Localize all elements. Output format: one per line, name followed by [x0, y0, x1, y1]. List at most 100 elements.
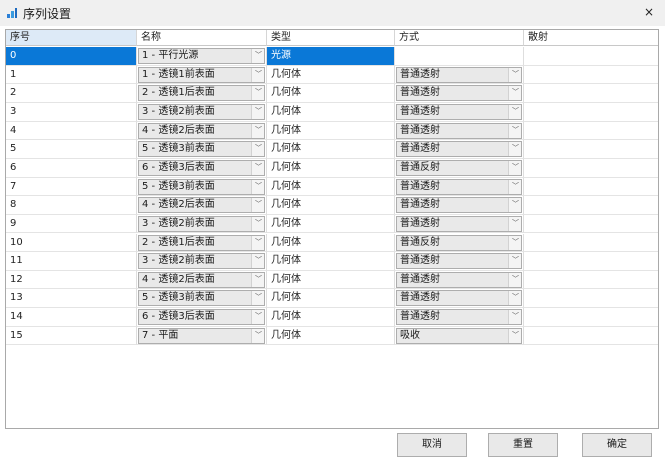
- chevron-down-icon[interactable]: ﹀: [251, 328, 264, 343]
- name-dropdown[interactable]: 1 - 透镜1前表面 ﹀: [138, 66, 265, 83]
- scatter-cell[interactable]: [524, 140, 658, 159]
- name-dropdown[interactable]: 3 - 透镜2前表面 ﹀: [138, 253, 265, 270]
- name-cell[interactable]: 5 - 透镜3前表面 ﹀: [137, 140, 267, 159]
- chevron-down-icon[interactable]: ﹀: [251, 291, 264, 306]
- mode-cell[interactable]: 普通透射 ﹀: [395, 289, 524, 309]
- index-cell[interactable]: 14: [6, 308, 137, 327]
- index-cell[interactable]: 1: [6, 65, 137, 85]
- mode-dropdown[interactable]: 普通透射 ﹀: [396, 197, 522, 214]
- type-cell[interactable]: 几何体: [267, 233, 395, 253]
- scatter-cell[interactable]: [524, 308, 658, 327]
- chevron-down-icon[interactable]: ﹀: [508, 142, 521, 157]
- chevron-down-icon[interactable]: ﹀: [508, 104, 521, 119]
- name-cell[interactable]: 2 - 透镜1后表面 ﹀: [137, 84, 267, 103]
- index-cell[interactable]: 4: [6, 121, 137, 141]
- name-dropdown[interactable]: 2 - 透镜1后表面 ﹀: [138, 85, 265, 102]
- chevron-down-icon[interactable]: ﹀: [251, 235, 264, 250]
- name-cell[interactable]: 2 - 透镜1后表面 ﹀: [137, 233, 267, 253]
- mode-dropdown[interactable]: 普通透射 ﹀: [396, 290, 522, 307]
- index-cell[interactable]: 15: [6, 326, 137, 346]
- scatter-cell[interactable]: [524, 252, 658, 271]
- type-cell[interactable]: 几何体: [267, 65, 395, 85]
- scatter-cell[interactable]: [524, 215, 658, 234]
- chevron-down-icon[interactable]: ﹀: [508, 179, 521, 194]
- mode-dropdown[interactable]: 普通透射 ﹀: [396, 215, 522, 232]
- name-dropdown[interactable]: 5 - 透镜3前表面 ﹀: [138, 141, 265, 158]
- name-cell[interactable]: 5 - 透镜3前表面 ﹀: [137, 289, 267, 309]
- chevron-down-icon[interactable]: ﹀: [251, 104, 264, 119]
- name-dropdown[interactable]: 4 - 透镜2后表面 ﹀: [138, 271, 265, 288]
- header-scatter[interactable]: 散射: [524, 30, 658, 46]
- mode-dropdown[interactable]: 普通透射 ﹀: [396, 253, 522, 270]
- mode-dropdown[interactable]: 普通透射 ﹀: [396, 103, 522, 120]
- table-row[interactable]: 2 2 - 透镜1后表面 ﹀ 几何体 普通透射 ﹀: [6, 84, 658, 103]
- chevron-down-icon[interactable]: ﹀: [508, 123, 521, 138]
- scatter-cell[interactable]: [524, 178, 658, 197]
- index-cell[interactable]: 0: [6, 47, 137, 66]
- index-cell[interactable]: 12: [6, 270, 137, 290]
- chevron-down-icon[interactable]: ﹀: [251, 67, 264, 82]
- index-cell[interactable]: 11: [6, 252, 137, 271]
- mode-cell[interactable]: 普通透射 ﹀: [395, 196, 524, 215]
- table-row[interactable]: 3 3 - 透镜2前表面 ﹀ 几何体 普通透射 ﹀: [6, 102, 658, 122]
- table-row[interactable]: 13 5 - 透镜3前表面 ﹀ 几何体 普通透射 ﹀: [6, 289, 658, 309]
- type-cell[interactable]: 几何体: [267, 308, 395, 327]
- chevron-down-icon[interactable]: ﹀: [508, 86, 521, 101]
- type-cell[interactable]: 几何体: [267, 289, 395, 309]
- table-row[interactable]: 15 7 - 平面 ﹀ 几何体 吸收 ﹀: [6, 326, 658, 346]
- chevron-down-icon[interactable]: ﹀: [508, 235, 521, 250]
- scatter-cell[interactable]: [524, 47, 658, 66]
- mode-cell[interactable]: 普通反射 ﹀: [395, 158, 524, 178]
- name-cell[interactable]: 3 - 透镜2前表面 ﹀: [137, 214, 267, 234]
- chevron-down-icon[interactable]: ﹀: [508, 272, 521, 287]
- chevron-down-icon[interactable]: ﹀: [251, 123, 264, 138]
- mode-dropdown[interactable]: 吸收 ﹀: [396, 327, 522, 344]
- type-cell[interactable]: 几何体: [267, 214, 395, 234]
- scatter-cell[interactable]: [524, 66, 658, 85]
- cancel-button[interactable]: 取消: [397, 433, 467, 457]
- table-row[interactable]: 8 4 - 透镜2后表面 ﹀ 几何体 普通透射 ﹀: [6, 196, 658, 215]
- scatter-cell[interactable]: [524, 234, 658, 253]
- mode-cell[interactable]: 普通透射 ﹀: [395, 308, 524, 327]
- name-dropdown[interactable]: 3 - 透镜2前表面 ﹀: [138, 103, 265, 120]
- name-dropdown[interactable]: 4 - 透镜2后表面 ﹀: [138, 197, 265, 214]
- name-cell[interactable]: 3 - 透镜2前表面 ﹀: [137, 102, 267, 122]
- chevron-down-icon[interactable]: ﹀: [251, 272, 264, 287]
- chevron-down-icon[interactable]: ﹀: [508, 254, 521, 269]
- header-name[interactable]: 名称: [137, 30, 267, 46]
- chevron-down-icon[interactable]: ﹀: [251, 160, 264, 175]
- name-cell[interactable]: 1 - 透镜1前表面 ﹀: [137, 65, 267, 85]
- chevron-down-icon[interactable]: ﹀: [251, 142, 264, 157]
- type-cell[interactable]: 几何体: [267, 84, 395, 103]
- name-dropdown[interactable]: 6 - 透镜3后表面 ﹀: [138, 159, 265, 176]
- mode-cell[interactable]: 普通透射 ﹀: [395, 84, 524, 103]
- mode-cell[interactable]: 普通透射 ﹀: [395, 140, 524, 159]
- name-cell[interactable]: 4 - 透镜2后表面 ﹀: [137, 270, 267, 290]
- name-cell[interactable]: 4 - 透镜2后表面 ﹀: [137, 196, 267, 215]
- mode-dropdown[interactable]: 普通反射 ﹀: [396, 159, 522, 176]
- chevron-down-icon[interactable]: ﹀: [251, 254, 264, 269]
- chevron-down-icon[interactable]: ﹀: [251, 179, 264, 194]
- header-type[interactable]: 类型: [267, 30, 395, 46]
- type-cell[interactable]: 几何体: [267, 121, 395, 141]
- table-row[interactable]: 1 1 - 透镜1前表面 ﹀ 几何体 普通透射 ﹀: [6, 65, 658, 85]
- index-cell[interactable]: 7: [6, 177, 137, 197]
- header-index[interactable]: 序号: [6, 30, 137, 46]
- type-cell[interactable]: 几何体: [267, 177, 395, 197]
- chevron-down-icon[interactable]: ﹀: [251, 86, 264, 101]
- scatter-cell[interactable]: [524, 196, 658, 215]
- ok-button[interactable]: 确定: [582, 433, 652, 457]
- type-cell[interactable]: 几何体: [267, 196, 395, 215]
- chevron-down-icon[interactable]: ﹀: [251, 216, 264, 231]
- mode-cell[interactable]: [395, 47, 524, 66]
- table-row[interactable]: 0 1 - 平行光源 ﹀ 光源: [6, 47, 658, 66]
- name-cell[interactable]: 6 - 透镜3后表面 ﹀: [137, 158, 267, 178]
- type-cell[interactable]: 几何体: [267, 158, 395, 178]
- index-cell[interactable]: 13: [6, 289, 137, 309]
- name-dropdown[interactable]: 7 - 平面 ﹀: [138, 327, 265, 344]
- mode-cell[interactable]: 普通透射 ﹀: [395, 177, 524, 197]
- type-cell[interactable]: 几何体: [267, 252, 395, 271]
- mode-dropdown[interactable]: 普通透射 ﹀: [396, 271, 522, 288]
- name-dropdown[interactable]: 5 - 透镜3前表面 ﹀: [138, 178, 265, 195]
- scatter-cell[interactable]: [524, 271, 658, 290]
